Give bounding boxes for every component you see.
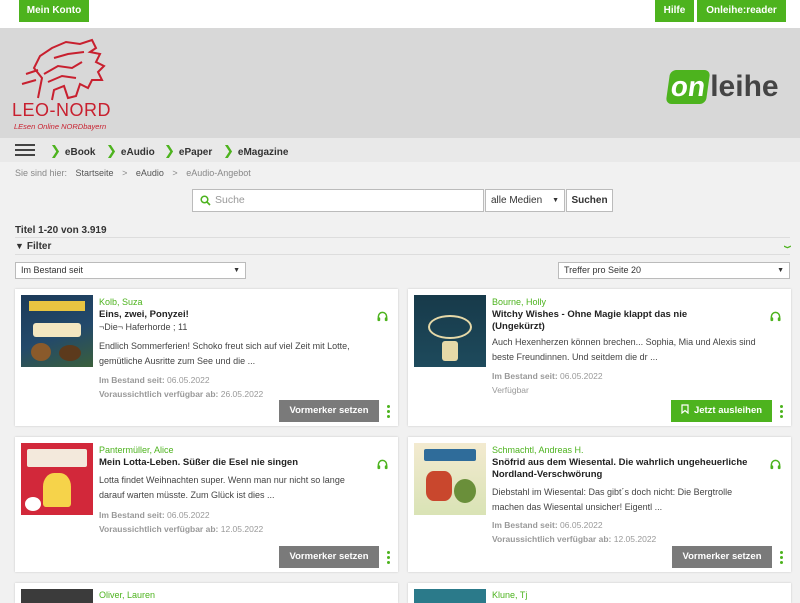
breadcrumb-home[interactable]: Startseite [76, 168, 114, 178]
description-line: Lotta findet Weihnachten super. Wenn man… [99, 475, 345, 485]
caret-down-icon: ▼ [552, 197, 559, 204]
description-line: beste Freundinnen. Und seitdem die dr ..… [492, 352, 658, 362]
filter-toggle[interactable]: ▼ Filter › [15, 237, 798, 255]
reserve-button[interactable]: Vormerker setzen [279, 400, 379, 422]
series: ¬Die¬ Haferhorde ; 11 [99, 322, 188, 332]
description-line: darauf warten müsste. Zum Glück ist dies… [99, 490, 275, 500]
nav-item-emagazine[interactable]: ❯ eMagazine [223, 143, 288, 159]
search-button[interactable]: Suchen [566, 189, 613, 212]
headphones-icon [377, 311, 388, 322]
sort-select[interactable]: Im Bestand seit ▼ [15, 262, 246, 279]
cover-image[interactable] [21, 443, 93, 515]
stock-date: Im Bestand seit: 06.05.2022 [492, 371, 603, 381]
description-line: Endlich Sommerferien! Schoko freut sich … [99, 341, 350, 351]
title[interactable]: Witchy Wishes - Ohne Magie klappt das ni… [492, 309, 732, 333]
chevron-down-icon: › [778, 245, 798, 249]
author[interactable]: Schmachtl, Andreas H. [492, 445, 584, 455]
onleihe-logo-leihe: leihe [710, 70, 779, 103]
per-page-select[interactable]: Treffer pro Seite 20 ▼ [558, 262, 790, 279]
bookmark-icon [681, 404, 689, 415]
caret-down-icon: ▼ [777, 267, 784, 274]
author[interactable]: Pantermüller, Alice [99, 445, 174, 455]
nav-item-eaudio[interactable]: ❯ eAudio [106, 143, 155, 159]
main-nav: ❯ eBook ❯ eAudio ❯ ePaper ❯ eMagazine [0, 138, 800, 162]
lion-icon [21, 38, 106, 101]
account-button[interactable]: Mein Konto [19, 0, 89, 22]
author[interactable]: Klune, Tj [492, 590, 527, 600]
onleihe-logo[interactable]: onleihe [665, 70, 779, 108]
headphones-icon [770, 459, 781, 470]
cover-image[interactable] [21, 589, 93, 603]
availability-date: Voraussichtlich verfügbar ab: 26.05.2022 [99, 389, 264, 399]
result-count: Titel 1-20 von 3.919 [15, 225, 107, 236]
search-input[interactable]: Suche [192, 189, 484, 212]
library-logo[interactable]: LEO-NORD LEsen Online NORDbayern [12, 36, 112, 131]
breadcrumb-current: eAudio-Angebot [186, 168, 251, 178]
cover-image[interactable] [414, 295, 486, 367]
author[interactable]: Oliver, Lauren [99, 590, 155, 600]
availability-date: Voraussichtlich verfügbar ab: 12.05.2022 [492, 534, 657, 544]
reserve-button[interactable]: Vormerker setzen [672, 546, 772, 568]
description-line: Diebstahl im Wiesental: Das gibt´s doch … [492, 487, 733, 497]
author[interactable]: Kolb, Suza [99, 297, 143, 307]
chevron-right-icon: ❯ [164, 143, 175, 158]
chevron-right-icon: ❯ [223, 143, 234, 158]
headphones-icon [770, 311, 781, 322]
breadcrumb: Sie sind hier: Startseite > eAudio > eAu… [15, 168, 251, 178]
search-placeholder: Suche [215, 194, 245, 206]
stock-date: Im Bestand seit: 06.05.2022 [492, 520, 603, 530]
media-card: Oliver, Lauren [15, 583, 398, 603]
cover-image[interactable] [414, 443, 486, 515]
reserve-button[interactable]: Vormerker setzen [279, 546, 379, 568]
more-options-icon[interactable] [780, 551, 784, 566]
nav-item-epaper[interactable]: ❯ ePaper [164, 143, 212, 159]
onleihe-logo-on: on [665, 70, 711, 104]
stock-date: Im Bestand seit: 06.05.2022 [99, 510, 210, 520]
media-card: Schmachtl, Andreas H. Snöfrid aus dem Wi… [408, 437, 791, 572]
stock-date: Im Bestand seit: 06.05.2022 [99, 375, 210, 385]
library-tagline: LEsen Online NORDbayern [14, 122, 107, 131]
title[interactable]: Eins, zwei, Ponyzei! [99, 309, 369, 321]
borrow-button[interactable]: Jetzt ausleihen [671, 400, 772, 422]
cover-image[interactable] [414, 589, 486, 603]
description-line: gemütliche Ausritte zum See und die ... [99, 356, 256, 366]
more-options-icon[interactable] [780, 405, 784, 420]
reader-button[interactable]: Onleihe:reader [697, 0, 786, 22]
media-card: Pantermüller, Alice Mein Lotta-Leben. Sü… [15, 437, 398, 572]
more-options-icon[interactable] [387, 405, 391, 420]
availability-date: Voraussichtlich verfügbar ab: 12.05.2022 [99, 524, 264, 534]
title[interactable]: Snöfrid aus dem Wiesental. Die wahrlich … [492, 457, 752, 481]
headphones-icon [377, 459, 388, 470]
description-line: machen das Wiesental unsicher! Eigentl .… [492, 502, 663, 512]
title[interactable]: Mein Lotta-Leben. Süßer die Esel nie sin… [99, 457, 369, 469]
caret-down-icon: ▼ [233, 267, 240, 274]
header-banner: LEO-NORD LEsen Online NORDbayern onleihe [0, 28, 800, 138]
top-bar: Mein Konto Hilfe Onleihe:reader [0, 0, 800, 28]
hamburger-menu-icon[interactable] [15, 144, 35, 156]
media-card: Klune, Tj [408, 583, 791, 603]
author[interactable]: Bourne, Holly [492, 297, 546, 307]
chevron-right-icon: ❯ [106, 143, 117, 158]
library-name: LEO-NORD [12, 100, 112, 120]
chevron-right-icon: ❯ [50, 143, 61, 158]
help-button[interactable]: Hilfe [655, 0, 694, 22]
cover-image[interactable] [21, 295, 93, 367]
filter-icon: ▼ [15, 241, 24, 251]
search-icon [200, 195, 211, 206]
breadcrumb-eaudio[interactable]: eAudio [136, 168, 164, 178]
media-type-select[interactable]: alle Medien ▼ [485, 189, 565, 212]
nav-item-ebook[interactable]: ❯ eBook [50, 143, 95, 159]
media-card: Bourne, Holly Witchy Wishes - Ohne Magie… [408, 289, 791, 426]
availability-status: Verfügbar [492, 385, 529, 395]
description-line: Auch Hexenherzen können brechen... Sophi… [492, 337, 756, 347]
more-options-icon[interactable] [387, 551, 391, 566]
media-card: Kolb, Suza Eins, zwei, Ponyzei! ¬Die¬ Ha… [15, 289, 398, 426]
